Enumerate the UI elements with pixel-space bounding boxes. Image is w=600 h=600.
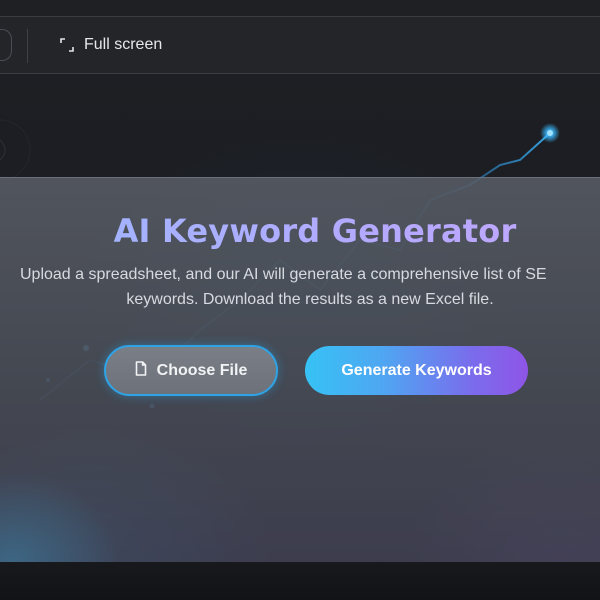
app-viewport: Full screen AI Keyword Generator Upload … [0,0,600,600]
fullscreen-label: Full screen [84,36,163,53]
generate-keywords-button[interactable]: Generate Keywords [305,346,528,395]
document-icon [135,360,147,381]
page-subtitle: Upload a spreadsheet, and our AI will ge… [10,262,600,312]
subtitle-line-1: Upload a spreadsheet, and our AI will ge… [20,266,547,283]
fullscreen-button[interactable]: Full screen [60,34,162,56]
choose-file-label: Choose File [156,361,248,379]
choose-file-button[interactable]: Choose File [104,345,278,396]
expand-corners-icon [60,38,74,52]
toolbar-left-button[interactable] [0,29,12,61]
subtitle-line-2: keywords. Download the results as a new … [126,291,494,308]
page-title: AI Keyword Generator [0,212,600,250]
toolbar-divider [27,29,28,63]
top-toolbar: Full screen [0,16,600,74]
bottom-left-glow-decoration [0,470,120,562]
generate-keywords-label: Generate Keywords [341,361,492,379]
bottom-bar [0,562,600,600]
